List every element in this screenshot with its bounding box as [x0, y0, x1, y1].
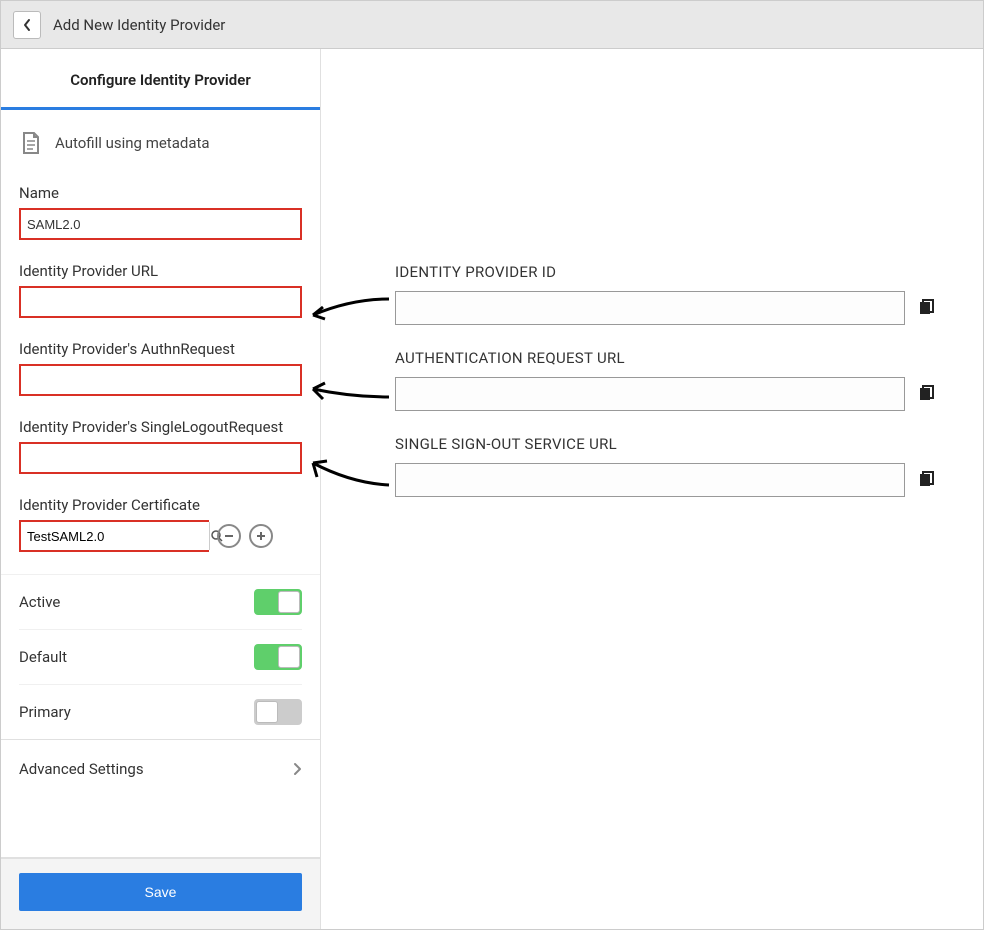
field-idp-url: Identity Provider URL [19, 262, 302, 318]
ref-auth-url: AUTHENTICATION REQUEST URL [395, 349, 941, 411]
copy-auth-url-button[interactable] [911, 379, 941, 409]
sso-out-input[interactable] [395, 463, 905, 497]
default-label: Default [19, 648, 67, 666]
active-label: Active [19, 593, 60, 611]
page-title: Add New Identity Provider [53, 16, 225, 34]
name-input[interactable] [19, 208, 302, 240]
save-button[interactable]: Save [19, 873, 302, 911]
plus-icon [255, 530, 267, 542]
idp-url-label: Identity Provider URL [19, 262, 302, 280]
add-cert-button[interactable] [249, 524, 273, 548]
idp-id-input[interactable] [395, 291, 905, 325]
name-label: Name [19, 184, 302, 202]
minus-icon [223, 530, 235, 542]
toggle-primary-row: Primary [19, 684, 302, 739]
autofill-metadata[interactable]: Autofill using metadata [19, 130, 302, 156]
left-pane: Configure Identity Provider Autofill usi… [1, 49, 321, 929]
auth-url-input[interactable] [395, 377, 905, 411]
cert-label: Identity Provider Certificate [19, 496, 302, 514]
field-name: Name [19, 184, 302, 240]
remove-cert-button[interactable] [217, 524, 241, 548]
chevron-right-icon [292, 761, 302, 777]
slo-input[interactable] [19, 442, 302, 474]
sso-out-label: SINGLE SIGN-OUT SERVICE URL [395, 435, 941, 453]
idp-url-input[interactable] [19, 286, 302, 318]
field-authn: Identity Provider's AuthnRequest [19, 340, 302, 396]
auth-url-label: AUTHENTICATION REQUEST URL [395, 349, 941, 367]
copy-idp-id-button[interactable] [911, 293, 941, 323]
primary-toggle[interactable] [254, 699, 302, 725]
toggle-active-row: Active [19, 575, 302, 629]
window: Add New Identity Provider Configure Iden… [0, 0, 984, 930]
copy-sso-out-button[interactable] [911, 465, 941, 495]
idp-id-label: IDENTITY PROVIDER ID [395, 263, 941, 281]
slo-label: Identity Provider's SingleLogoutRequest [19, 418, 302, 436]
authn-label: Identity Provider's AuthnRequest [19, 340, 302, 358]
copy-icon [917, 471, 935, 489]
tab-configure[interactable]: Configure Identity Provider [1, 49, 320, 110]
save-area: Save [1, 858, 320, 929]
cert-input-wrap [19, 520, 209, 552]
ref-sso-out: SINGLE SIGN-OUT SERVICE URL [395, 435, 941, 497]
field-slo: Identity Provider's SingleLogoutRequest [19, 418, 302, 474]
primary-label: Primary [19, 703, 71, 721]
titlebar: Add New Identity Provider [1, 1, 983, 49]
copy-icon [917, 385, 935, 403]
field-cert: Identity Provider Certificate [19, 496, 302, 552]
form-area: Autofill using metadata Name Identity Pr… [1, 110, 320, 858]
autofill-label: Autofill using metadata [55, 134, 210, 152]
ref-idp-id: IDENTITY PROVIDER ID [395, 263, 941, 325]
active-toggle[interactable] [254, 589, 302, 615]
back-button[interactable] [13, 11, 41, 39]
default-toggle[interactable] [254, 644, 302, 670]
advanced-settings[interactable]: Advanced Settings [1, 739, 320, 798]
copy-icon [917, 299, 935, 317]
cert-input[interactable] [21, 522, 209, 550]
chevron-left-icon [22, 18, 32, 32]
advanced-label: Advanced Settings [19, 760, 144, 778]
toggle-default-row: Default [19, 629, 302, 684]
authn-input[interactable] [19, 364, 302, 396]
document-icon [19, 130, 45, 156]
toggles-section: Active Default Primary [1, 574, 320, 739]
